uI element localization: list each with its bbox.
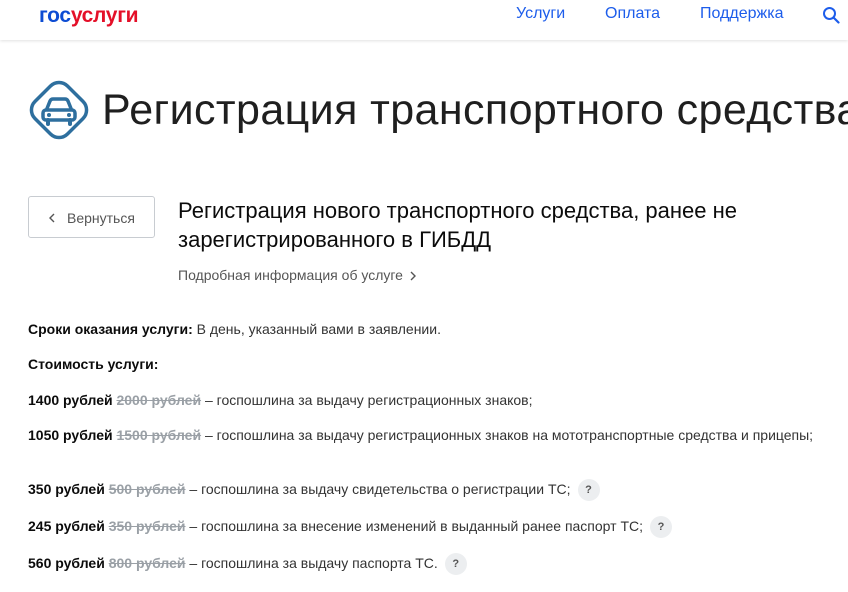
- nav-services[interactable]: Услуги: [516, 5, 565, 23]
- nav-support[interactable]: Поддержка: [700, 5, 783, 23]
- car-icon: [29, 80, 89, 140]
- fee-item: 560 рублей 800 рублей – госпошлина за вы…: [28, 553, 818, 576]
- fee-old-price: 1500 рублей: [116, 427, 202, 443]
- chevron-left-icon: [49, 213, 55, 223]
- fee-price: 245 рублей: [28, 518, 105, 534]
- fee-price: 1400 рублей: [28, 392, 113, 408]
- help-icon[interactable]: ?: [650, 516, 673, 539]
- back-button[interactable]: Вернуться: [28, 196, 155, 238]
- nav-payment[interactable]: Оплата: [605, 5, 660, 23]
- service-terms: Сроки оказания услуги: В день, указанный…: [28, 321, 441, 337]
- cost-heading: Стоимость услуги:: [28, 356, 159, 372]
- fee-old-price: 800 рублей: [108, 555, 186, 571]
- fee-old-price: 2000 рублей: [116, 392, 202, 408]
- fee-description: – госпошлина за выдачу регистрационных з…: [201, 392, 533, 408]
- fee-price: 1050 рублей: [28, 427, 113, 443]
- fee-price: 350 рублей: [28, 481, 105, 497]
- fee-description: – госпошлина за выдачу паспорта ТС.: [185, 555, 438, 571]
- fee-item: 350 рублей 500 рублей – госпошлина за вы…: [28, 479, 818, 502]
- chevron-right-icon: [410, 271, 416, 281]
- terms-label: Сроки оказания услуги:: [28, 321, 193, 337]
- gosuslugi-logo[interactable]: госуслуги: [39, 4, 139, 28]
- fee-description: – госпошлина за выдачу регистрационных з…: [201, 427, 814, 443]
- fee-description: – госпошлина за выдачу свидетельства о р…: [185, 481, 571, 497]
- back-button-label: Вернуться: [67, 210, 135, 226]
- help-icon[interactable]: ?: [444, 553, 467, 576]
- fee-description: – госпошлина за внесение изменений в выд…: [185, 518, 644, 534]
- fee-item: 245 рублей 350 рублей – госпошлина за вн…: [28, 516, 818, 539]
- page-title: Регистрация транспортного средства: [102, 86, 848, 134]
- more-info-label: Подробная информация об услуге: [178, 267, 403, 283]
- top-bar: госуслуги Услуги Оплата Поддержка: [0, 0, 848, 40]
- fee-old-price: 500 рублей: [108, 481, 186, 497]
- search-icon[interactable]: [822, 6, 840, 24]
- fee-price: 560 рублей: [28, 555, 105, 571]
- logo-part-gos: гос: [39, 4, 71, 27]
- terms-value: В день, указанный вами в заявлении.: [192, 321, 441, 337]
- fee-item: 1050 рублей 1500 рублей – госпошлина за …: [28, 425, 818, 445]
- fee-item: 1400 рублей 2000 рублей – госпошлина за …: [28, 390, 818, 410]
- fee-old-price: 350 рублей: [108, 518, 186, 534]
- help-icon[interactable]: ?: [577, 479, 600, 502]
- logo-part-uslugi: услуги: [70, 4, 139, 27]
- service-title: Регистрация нового транспортного средств…: [178, 198, 738, 252]
- more-info-link[interactable]: Подробная информация об услуге: [178, 267, 417, 283]
